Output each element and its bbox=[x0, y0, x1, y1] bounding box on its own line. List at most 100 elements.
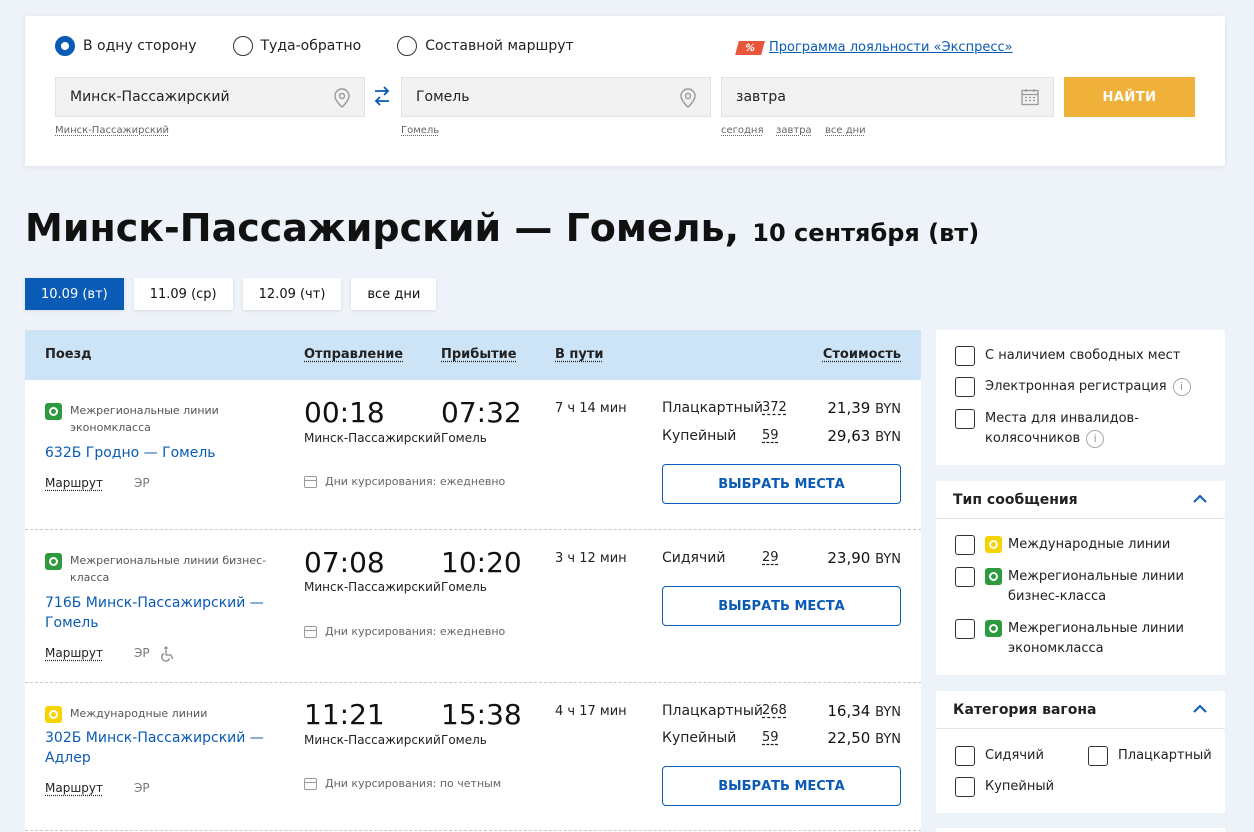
checkbox[interactable] bbox=[955, 535, 975, 555]
route-link[interactable]: Маршрут bbox=[45, 781, 103, 795]
radio-circle-selected[interactable] bbox=[55, 36, 75, 56]
filter-label: Плацкартный bbox=[1118, 748, 1212, 763]
filter-economy-class[interactable]: Межрегиональные линии экономкласса bbox=[955, 619, 1195, 659]
filter-e-registration[interactable]: Электронная регистрация i bbox=[955, 377, 1191, 397]
calendar-icon bbox=[304, 475, 317, 488]
checkbox[interactable] bbox=[955, 777, 975, 797]
seat-type: Плацкартный bbox=[662, 400, 763, 416]
seat-price: 22,50 BYN bbox=[827, 729, 901, 747]
date-hint-today[interactable]: сегодня bbox=[721, 125, 764, 136]
filter-car-category-header[interactable]: Категория вагона bbox=[936, 691, 1225, 729]
filter-message-type-header[interactable]: Тип сообщения bbox=[936, 481, 1225, 519]
currency: BYN bbox=[875, 705, 901, 720]
filter-car-coupe[interactable]: Купейный bbox=[955, 777, 1054, 797]
radio-composite-route[interactable]: Составной маршрут bbox=[397, 36, 574, 56]
day-tab-selected[interactable]: 10.09 (вт) bbox=[25, 278, 124, 310]
sort-duration[interactable]: В пути bbox=[555, 347, 604, 362]
filter-next-section bbox=[936, 828, 1225, 832]
price-value: 23,90 bbox=[827, 549, 871, 567]
date-hint-all-days[interactable]: все дни bbox=[825, 125, 866, 136]
info-icon[interactable]: i bbox=[1172, 377, 1191, 396]
radio-round-trip[interactable]: Туда-обратно bbox=[232, 36, 361, 56]
calendar-icon[interactable] bbox=[1021, 88, 1039, 106]
price-value: 22,50 bbox=[827, 729, 871, 747]
electronic-registration-badge: ЭР bbox=[134, 646, 150, 660]
electronic-registration-badge: ЭР bbox=[134, 476, 150, 490]
location-pin-icon[interactable] bbox=[334, 88, 350, 108]
from-station-hint[interactable]: Минск-Пассажирский bbox=[55, 125, 169, 136]
filter-wheelchair-seats[interactable]: Места для инвалидов-колясочников i bbox=[955, 409, 1195, 449]
info-icon[interactable]: i bbox=[1086, 429, 1105, 448]
radio-one-way[interactable]: В одну сторону bbox=[55, 36, 197, 56]
train-name-link[interactable]: 632Б Гродно — Гомель bbox=[45, 443, 275, 463]
route-link[interactable]: Маршрут bbox=[45, 476, 103, 490]
filter-international[interactable]: Международные линии bbox=[955, 535, 1170, 555]
day-tab[interactable]: 11.09 (ср) bbox=[133, 278, 233, 310]
filter-label: С наличием свободных мест bbox=[985, 348, 1181, 363]
departure-station: Минск-Пассажирский bbox=[304, 431, 441, 445]
radio-circle[interactable] bbox=[232, 36, 253, 56]
choose-seats-button[interactable]: ВЫБРАТЬ МЕСТА bbox=[662, 766, 901, 806]
train-name-link[interactable]: 716Б Минск-Пассажирский — Гомель bbox=[45, 593, 275, 633]
filter-car-category: Категория вагона Сидячий Плацкартный Куп… bbox=[936, 691, 1225, 813]
choose-seats-button[interactable]: ВЫБРАТЬ МЕСТА bbox=[662, 464, 901, 504]
seat-count[interactable]: 29 bbox=[762, 550, 779, 565]
price-value: 16,34 bbox=[827, 702, 871, 720]
discount-tag-icon: % bbox=[735, 40, 765, 55]
category-label: Межрегиональные линии бизнес-класса bbox=[70, 554, 267, 584]
checkbox[interactable] bbox=[955, 377, 975, 397]
route-link[interactable]: Маршрут bbox=[45, 646, 103, 660]
arrival-station: Гомель bbox=[441, 580, 487, 594]
day-tab[interactable]: 12.09 (чт) bbox=[242, 278, 342, 310]
filter-section-title: Тип сообщения bbox=[953, 492, 1078, 508]
sort-cost[interactable]: Стоимость bbox=[823, 347, 901, 362]
day-tab-all-days[interactable]: все дни bbox=[351, 278, 437, 310]
regional-line-icon bbox=[985, 620, 1002, 637]
radio-circle[interactable] bbox=[397, 36, 418, 56]
filter-label: Международные линии bbox=[1008, 537, 1171, 552]
running-days: Дни курсирования: ежедневно bbox=[304, 625, 505, 638]
choose-seats-button[interactable]: ВЫБРАТЬ МЕСТА bbox=[662, 586, 901, 626]
train-name-link[interactable]: 302Б Минск-Пассажирский — Адлер bbox=[45, 728, 275, 768]
seat-count[interactable]: 268 bbox=[762, 703, 787, 718]
regional-line-icon bbox=[45, 553, 62, 570]
train-category: Межрегиональные линии бизнес-класса bbox=[45, 552, 275, 586]
seat-count[interactable]: 59 bbox=[762, 428, 779, 443]
filter-business-class[interactable]: Межрегиональные линии бизнес-класса bbox=[955, 567, 1195, 607]
radio-label: Составной маршрут bbox=[425, 38, 574, 54]
wheelchair-icon bbox=[161, 646, 174, 662]
date-input[interactable]: завтра bbox=[721, 77, 1054, 117]
sort-arrival[interactable]: Прибытие bbox=[441, 347, 517, 362]
to-station-hint[interactable]: Гомель bbox=[401, 125, 439, 136]
loyalty-program-link[interactable]: Программа лояльности «Экспресс» bbox=[769, 40, 1013, 55]
checkbox[interactable] bbox=[955, 746, 975, 766]
chevron-up-icon[interactable] bbox=[1193, 494, 1207, 503]
filter-car-platzkart[interactable]: Плацкартный bbox=[1088, 746, 1212, 766]
page-title: Минск-Пассажирский — Гомель, 10 сентября… bbox=[25, 206, 979, 250]
find-button[interactable]: НАЙТИ bbox=[1064, 77, 1195, 117]
seat-count[interactable]: 372 bbox=[762, 400, 787, 415]
filter-label: Сидячий bbox=[985, 748, 1044, 763]
checkbox[interactable] bbox=[955, 346, 975, 366]
filter-car-seated[interactable]: Сидячий bbox=[955, 746, 1044, 766]
electronic-registration-badge: ЭР bbox=[134, 781, 150, 795]
arrival-station: Гомель bbox=[441, 733, 487, 747]
checkbox[interactable] bbox=[955, 619, 975, 639]
seat-type: Купейный bbox=[662, 730, 737, 746]
running-days-text: Дни курсирования: ежедневно bbox=[325, 625, 506, 638]
checkbox[interactable] bbox=[955, 567, 975, 587]
filter-free-seats[interactable]: С наличием свободных мест bbox=[955, 346, 1180, 366]
checkbox[interactable] bbox=[955, 409, 975, 429]
filter-label: Межрегиональные линии экономкласса bbox=[1008, 621, 1184, 656]
seat-count[interactable]: 59 bbox=[762, 730, 779, 745]
sort-departure[interactable]: Отправление bbox=[304, 347, 403, 362]
checkbox[interactable] bbox=[1088, 746, 1108, 766]
to-station-input[interactable]: Гомель bbox=[401, 77, 711, 117]
date-hint-tomorrow[interactable]: завтра bbox=[776, 125, 812, 136]
chevron-up-icon[interactable] bbox=[1193, 704, 1207, 713]
location-pin-icon[interactable] bbox=[680, 88, 696, 108]
from-station-input[interactable]: Минск-Пассажирский bbox=[55, 77, 365, 117]
arrival-station: Гомель bbox=[441, 431, 487, 445]
regional-line-icon bbox=[985, 568, 1002, 585]
swap-stations-icon[interactable] bbox=[373, 84, 391, 108]
